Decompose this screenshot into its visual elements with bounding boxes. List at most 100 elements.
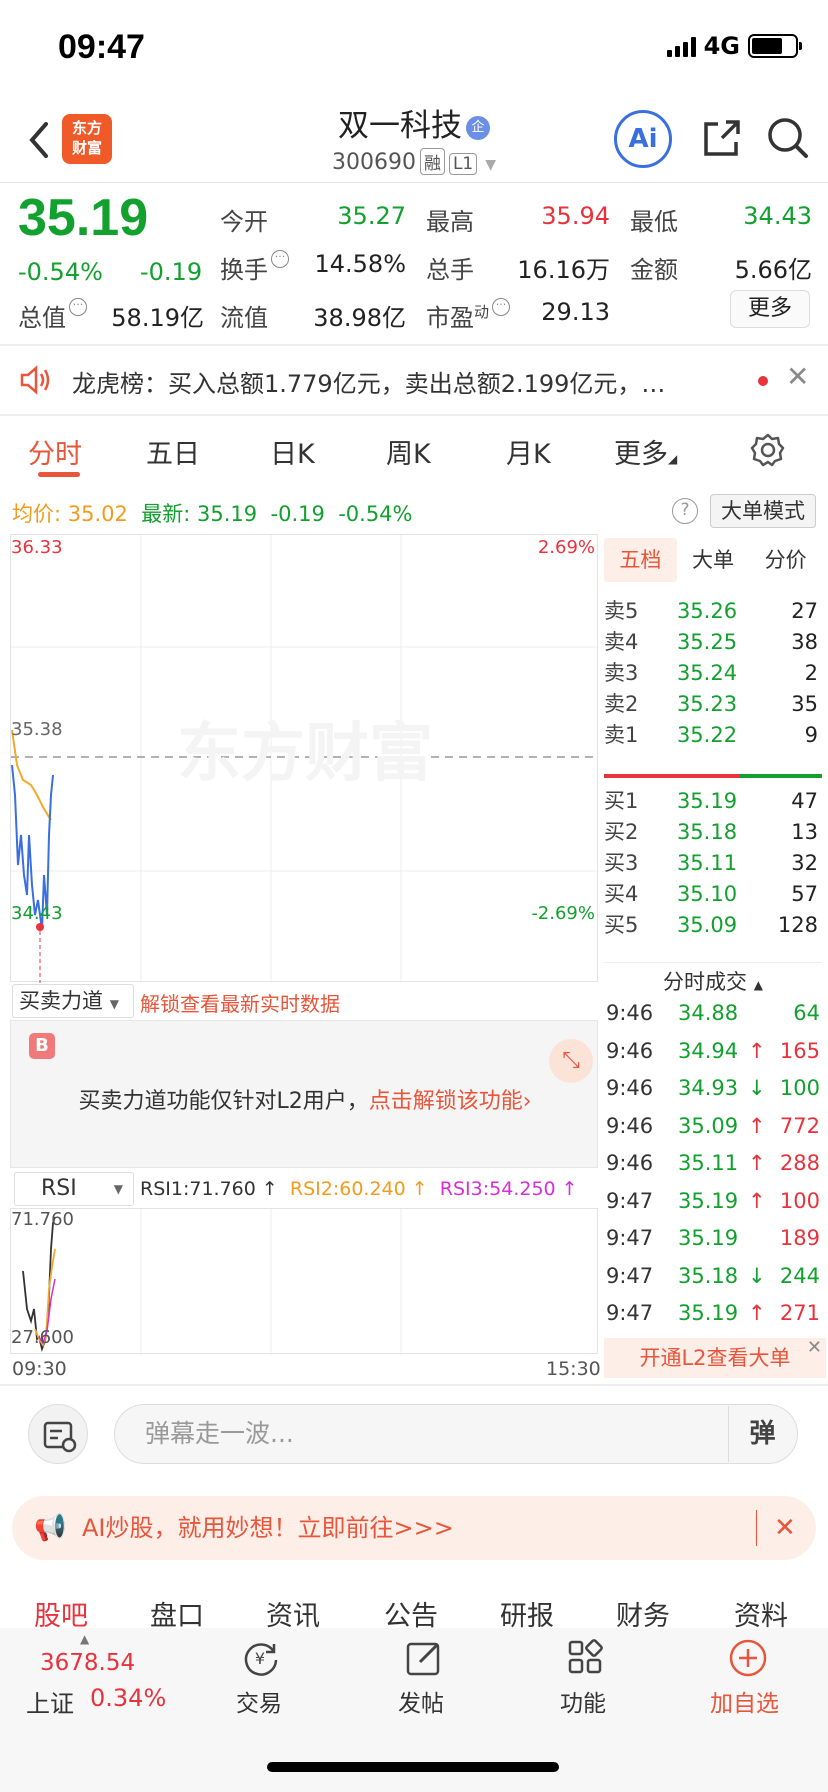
tab-5day[interactable]: 五日 [146, 432, 200, 471]
bid-row[interactable]: 买1 35.19 47 [604, 784, 822, 819]
ask-row[interactable]: 卖1 35.22 9 [604, 718, 822, 753]
level-volume: 128 [777, 913, 818, 937]
trade-row[interactable]: 9:47 35.18 244 ↓ [604, 1257, 824, 1295]
index-name[interactable]: 上证 [26, 1684, 74, 1719]
big-order-mode-button[interactable]: 大单模式 [710, 494, 816, 528]
tab-more[interactable]: 更多◢ [614, 432, 677, 471]
trade-row[interactable]: 9:47 35.19 100 ↑ [604, 1182, 824, 1220]
divider [0, 1384, 828, 1386]
rsi-select[interactable]: RSI ▼ [14, 1172, 134, 1206]
trade-row[interactable]: 9:46 35.09 772 ↑ [604, 1107, 824, 1145]
danmaku-settings-icon[interactable] [28, 1404, 88, 1464]
trade-icon[interactable]: ¥ [238, 1636, 282, 1680]
danmaku-input[interactable]: 弹幕走一波... [114, 1404, 798, 1464]
trade-row[interactable]: 9:46 34.88 64 [604, 994, 824, 1032]
l2-promo-banner[interactable]: 开通L2查看大单 ✕ [604, 1337, 826, 1378]
tab-weekly-k[interactable]: 周K [386, 432, 431, 471]
help-icon[interactable]: ? [672, 498, 698, 524]
apps-icon[interactable] [564, 1636, 608, 1680]
danmaku-toggle-button[interactable]: 弹 [728, 1406, 796, 1462]
tab-monthly-k[interactable]: 月K [506, 432, 551, 471]
trade-row[interactable]: 9:46 35.11 288 ↑ [604, 1144, 824, 1182]
trade-time: 9:47 [606, 1188, 654, 1213]
level-price: 35.11 [676, 851, 738, 875]
x-end-label: 15:30 [546, 1358, 601, 1380]
ask-row[interactable]: 卖4 35.25 38 [604, 625, 822, 660]
settings-gear-icon[interactable] [750, 432, 786, 468]
level-tag: L1 [448, 153, 478, 175]
level-volume: 38 [791, 630, 818, 654]
y-max-label: 36.33 [11, 537, 63, 558]
expand-icon[interactable]: ⤡ [549, 1039, 593, 1083]
latest-chg: -0.19 [270, 502, 325, 526]
trades-title[interactable]: 分时成交 ▲ [604, 966, 822, 996]
trade-row[interactable]: 9:46 34.93 100 ↓ [604, 1069, 824, 1107]
level-label: 卖2 [604, 692, 639, 716]
ask-row[interactable]: 卖3 35.24 2 [604, 656, 822, 691]
level-price: 35.25 [676, 630, 738, 654]
close-icon[interactable]: ✕ [786, 360, 809, 393]
level-volume: 13 [791, 820, 818, 844]
tab-daily-k[interactable]: 日K [270, 432, 315, 471]
divider [604, 962, 822, 963]
bid-row[interactable]: 买4 35.10 57 [604, 877, 822, 912]
level-label: 卖1 [604, 723, 639, 747]
level-label: 卖3 [604, 661, 639, 685]
bid-row[interactable]: 买5 35.09 128 [604, 908, 822, 943]
index-value[interactable]: 3678.54 [40, 1650, 135, 1676]
l2-lock-panel[interactable]: B ⤡ 买卖力道功能仅针对L2用户，点击解锁该功能› [10, 1020, 598, 1168]
tab-five-levels[interactable]: 五档 [604, 538, 677, 582]
add-watchlist-icon[interactable] [726, 1636, 770, 1680]
level-label: 买3 [604, 851, 639, 875]
post-icon[interactable] [402, 1636, 446, 1680]
arrow-up-icon: ↑ [748, 1113, 766, 1138]
trade-row[interactable]: 9:47 35.19 189 [604, 1219, 824, 1257]
y-min-label: 34.43 [11, 903, 63, 924]
trade-volume: 244 [779, 1263, 820, 1288]
bid-row[interactable]: 买3 35.11 32 [604, 846, 822, 881]
more-button[interactable]: 更多 [730, 290, 810, 328]
trade-price: 34.94 [678, 1038, 739, 1063]
x-start-label: 09:30 [12, 1358, 67, 1380]
enterprise-badge: 企 [466, 115, 490, 140]
divider [0, 414, 828, 416]
post-label[interactable]: 发帖 [398, 1684, 444, 1718]
ask-row[interactable]: 卖5 35.26 27 [604, 594, 822, 629]
trade-row[interactable]: 9:47 35.19 271 ↑ [604, 1294, 824, 1332]
level-price: 35.22 [676, 723, 738, 747]
close-icon[interactable]: ✕ [774, 1496, 796, 1560]
unlock-action-link[interactable]: 点击解锁该功能 [369, 1089, 523, 1114]
index-pct[interactable]: 0.34% [90, 1684, 166, 1712]
trade-price: 35.18 [678, 1263, 739, 1288]
search-icon[interactable] [764, 114, 812, 162]
signal-icon [666, 35, 696, 57]
trade-row[interactable]: 9:46 34.94 165 ↑ [604, 1032, 824, 1070]
trade-volume: 100 [779, 1076, 820, 1100]
lock-message: 买卖力道功能仅针对L2用户，点击解锁该功能› [78, 1089, 532, 1114]
rsi-y-max: 71.760 [11, 1209, 74, 1230]
open-label: 今开 [220, 208, 268, 236]
rsi-chart[interactable]: 71.760 27.600 [10, 1208, 598, 1355]
indicator-select[interactable]: 买卖力道 ▼ [12, 984, 134, 1018]
tab-big-orders[interactable]: 大单 [677, 538, 750, 582]
ai-promo-banner[interactable]: 📢 AI炒股，就用妙想！立即前往>>> ✕ [12, 1496, 816, 1560]
level-price: 35.19 [676, 789, 738, 813]
ai-button[interactable]: Ai [614, 110, 672, 168]
add-watchlist-label[interactable]: 加自选 [710, 1684, 779, 1718]
home-indicator[interactable] [267, 1762, 559, 1772]
tab-active-indicator [38, 472, 80, 477]
latest-price: 35.19 [197, 502, 258, 526]
share-icon[interactable] [700, 116, 744, 160]
tab-intraday[interactable]: 分时 [28, 432, 82, 471]
ai-promo-text: AI炒股，就用妙想！立即前往>>> [82, 1514, 454, 1542]
unlock-link[interactable]: 解锁查看最新实时数据 [140, 988, 340, 1017]
trade-label[interactable]: 交易 [236, 1684, 282, 1718]
bid-row[interactable]: 买2 35.18 13 [604, 815, 822, 850]
tab-price-distribution[interactable]: 分价 [749, 538, 822, 582]
function-label[interactable]: 功能 [560, 1684, 606, 1718]
notice-bar[interactable]: 龙虎榜：买入总额1.779亿元，卖出总额2.199亿元，… ✕ [0, 346, 828, 414]
change-pct: -0.54% [18, 258, 103, 286]
intraday-chart[interactable]: 东方财富 36.33 34.43 35.38 2.69% -2.69% [10, 534, 599, 983]
trade-time: 9:46 [606, 1076, 654, 1100]
ask-row[interactable]: 卖2 35.23 35 [604, 687, 822, 722]
